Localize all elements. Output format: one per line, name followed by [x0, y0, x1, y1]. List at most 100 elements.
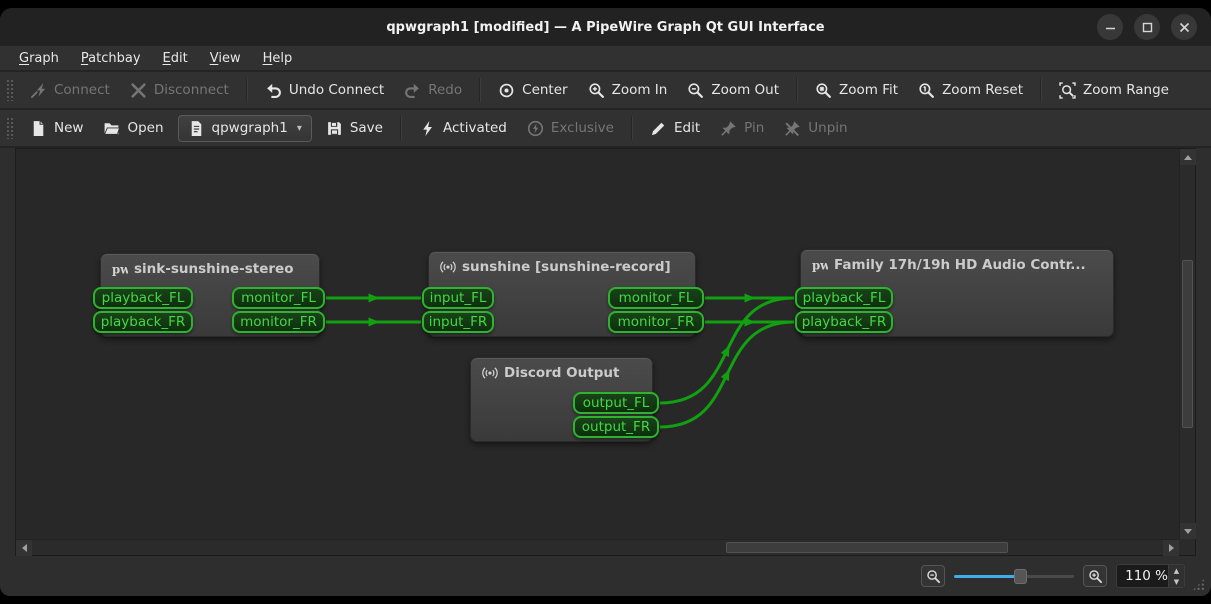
zoom-in-icon: [588, 82, 605, 99]
toolbar-button-open[interactable]: Open: [93, 114, 173, 143]
toolbar-label: qpwgraph1: [212, 120, 288, 136]
toolbar-button-pin[interactable]: Pin: [710, 114, 774, 143]
toolbar-button-center[interactable]: Center: [488, 76, 577, 105]
arrow-right-icon: [1169, 544, 1174, 552]
edit-icon: [650, 120, 667, 137]
toolbar-drag-handle[interactable]: [6, 79, 14, 101]
port-sunshine-monitor-fr[interactable]: monitor_FR: [608, 311, 704, 333]
port-sunshine-input-fr[interactable]: input_FR: [422, 311, 494, 333]
zoom-out-icon: [926, 569, 941, 584]
menu-item-help[interactable]: Help: [252, 48, 304, 69]
window-controls: [1097, 14, 1197, 40]
scroll-up-button[interactable]: [1180, 149, 1196, 165]
vertical-scrollbar[interactable]: [1179, 149, 1195, 539]
toolbar-label: Zoom Range: [1083, 82, 1169, 98]
window-title: qpwgraph1 [modified] — A PipeWire Graph …: [386, 20, 824, 35]
port-discord-output-fr[interactable]: output_FR: [573, 416, 659, 438]
toolbar-button-zoom-fit[interactable]: Zoom Fit: [805, 76, 908, 105]
undo-icon: [265, 82, 282, 99]
app-window: qpwgraph1 [modified] — A PipeWire Graph …: [0, 8, 1211, 596]
toolbar-label: Unpin: [808, 120, 847, 136]
link-arrow-icon: [745, 294, 756, 303]
spin-up-button[interactable]: ▲: [1169, 565, 1184, 576]
zoom-spinbox[interactable]: 110 % ▲ ▼: [1116, 564, 1185, 588]
toolbar-label: Connect: [54, 82, 110, 98]
port-discord-output-fl[interactable]: output_FL: [573, 392, 659, 414]
link-arrow-icon: [369, 318, 380, 327]
menu-item-view[interactable]: View: [199, 48, 252, 69]
toolbar-button-exclusive[interactable]: Exclusive: [517, 114, 624, 143]
maximize-button[interactable]: [1134, 14, 1160, 40]
session-file-icon: [188, 120, 205, 137]
port-sunshine-input-fl[interactable]: input_FL: [422, 287, 494, 309]
horizontal-scroll-thumb[interactable]: [726, 542, 1008, 553]
toolbar-button-edit[interactable]: Edit: [640, 114, 710, 143]
toolbar-button-connect[interactable]: Connect: [20, 76, 120, 105]
port-sink-playback-fl[interactable]: playback_FL: [93, 287, 193, 309]
scroll-down-button[interactable]: [1180, 523, 1196, 539]
close-button[interactable]: [1171, 14, 1197, 40]
minimize-icon: [1105, 22, 1116, 33]
zoom-slider[interactable]: [954, 567, 1074, 585]
horizontal-scrollbar[interactable]: [16, 539, 1179, 555]
statusbar: 110 % ▲ ▼: [0, 556, 1211, 596]
toolbar-button-zoom-out[interactable]: Zoom Out: [677, 76, 789, 105]
toolbar-button-unpin[interactable]: Unpin: [774, 114, 857, 143]
port-sink-playback-fr[interactable]: playback_FR: [93, 311, 193, 333]
toolbar-label: Edit: [674, 120, 700, 136]
menu-item-edit[interactable]: Edit: [152, 48, 199, 69]
arrow-down-icon: [1184, 529, 1192, 534]
toolbar-main: Connect Disconnect Undo ConnectRedo Center Z…: [0, 72, 1211, 110]
zoom-out-button[interactable]: [921, 565, 945, 587]
toolbar-patchbay: New Openqpwgraph1▾Save ActivatedExclusive E…: [0, 110, 1211, 148]
toolbar-separator: [246, 78, 248, 102]
toolbar-label: Zoom Reset: [942, 82, 1023, 98]
link-arrow-icon: [721, 367, 734, 381]
toolbar-button-new[interactable]: New: [20, 114, 93, 143]
scrollbar-corner: [1179, 539, 1195, 555]
toolbar-drag-handle[interactable]: [6, 117, 14, 139]
toolbar-button-zoom-reset[interactable]: Zoom Reset: [908, 76, 1033, 105]
zoom-in-button[interactable]: [1083, 565, 1107, 587]
toolbar-separator: [796, 78, 798, 102]
port-sink-monitor-fl[interactable]: monitor_FL: [232, 287, 325, 309]
toolbar-label: Zoom In: [612, 82, 668, 98]
toolbar-label: New: [54, 120, 83, 136]
menu-item-patchbay[interactable]: Patchbay: [70, 48, 152, 69]
menu-item-graph[interactable]: Graph: [8, 48, 70, 69]
titlebar[interactable]: qpwgraph1 [modified] — A PipeWire Graph …: [0, 8, 1211, 46]
port-sunshine-monitor-fl[interactable]: monitor_FL: [608, 287, 704, 309]
toolbar-button-zoom-in[interactable]: Zoom In: [578, 76, 678, 105]
unpin-icon: [784, 120, 801, 137]
spin-buttons: ▲ ▼: [1168, 565, 1184, 587]
toolbar-button-disconnect[interactable]: Disconnect: [120, 76, 239, 105]
toolbar-button-save[interactable]: Save: [316, 114, 393, 143]
toolbar-separator: [400, 116, 402, 140]
toolbar-button-undo-connect[interactable]: Undo Connect: [255, 76, 394, 105]
toolbar-button-redo[interactable]: Redo: [394, 76, 472, 105]
new-icon: [30, 120, 47, 137]
scroll-right-button[interactable]: [1163, 540, 1179, 556]
maximize-icon: [1142, 22, 1153, 33]
toolbar-button-zoom-range[interactable]: Zoom Range: [1049, 76, 1179, 105]
connection-links: [16, 149, 1179, 539]
minimize-button[interactable]: [1097, 14, 1123, 40]
scroll-left-button[interactable]: [16, 540, 32, 556]
toolbar-label: Center: [522, 82, 567, 98]
toolbar-label: Disconnect: [154, 82, 229, 98]
spin-down-button[interactable]: ▼: [1169, 576, 1184, 587]
close-icon: [1179, 22, 1190, 33]
toolbar-button-activated[interactable]: Activated: [409, 114, 517, 143]
menubar: GraphPatchbayEditViewHelp: [0, 46, 1211, 72]
graph-canvas[interactable]: pwsink-sunshine-stereoplayback_FLplaybac…: [16, 149, 1179, 539]
port-sink-monitor-fr[interactable]: monitor_FR: [232, 311, 325, 333]
slider-handle[interactable]: [1014, 569, 1027, 584]
port-family-playback-fl[interactable]: playback_FL: [795, 287, 893, 309]
toolbar-label: Zoom Out: [711, 82, 779, 98]
arrow-up-icon: [1184, 155, 1192, 160]
zoom-range-icon: [1059, 82, 1076, 99]
toolbar-dropdown-qpwgraph1[interactable]: qpwgraph1▾: [178, 115, 312, 142]
resize-grip[interactable]: [1192, 578, 1205, 591]
port-family-playback-fr[interactable]: playback_FR: [795, 311, 893, 333]
vertical-scroll-thumb[interactable]: [1182, 260, 1193, 428]
